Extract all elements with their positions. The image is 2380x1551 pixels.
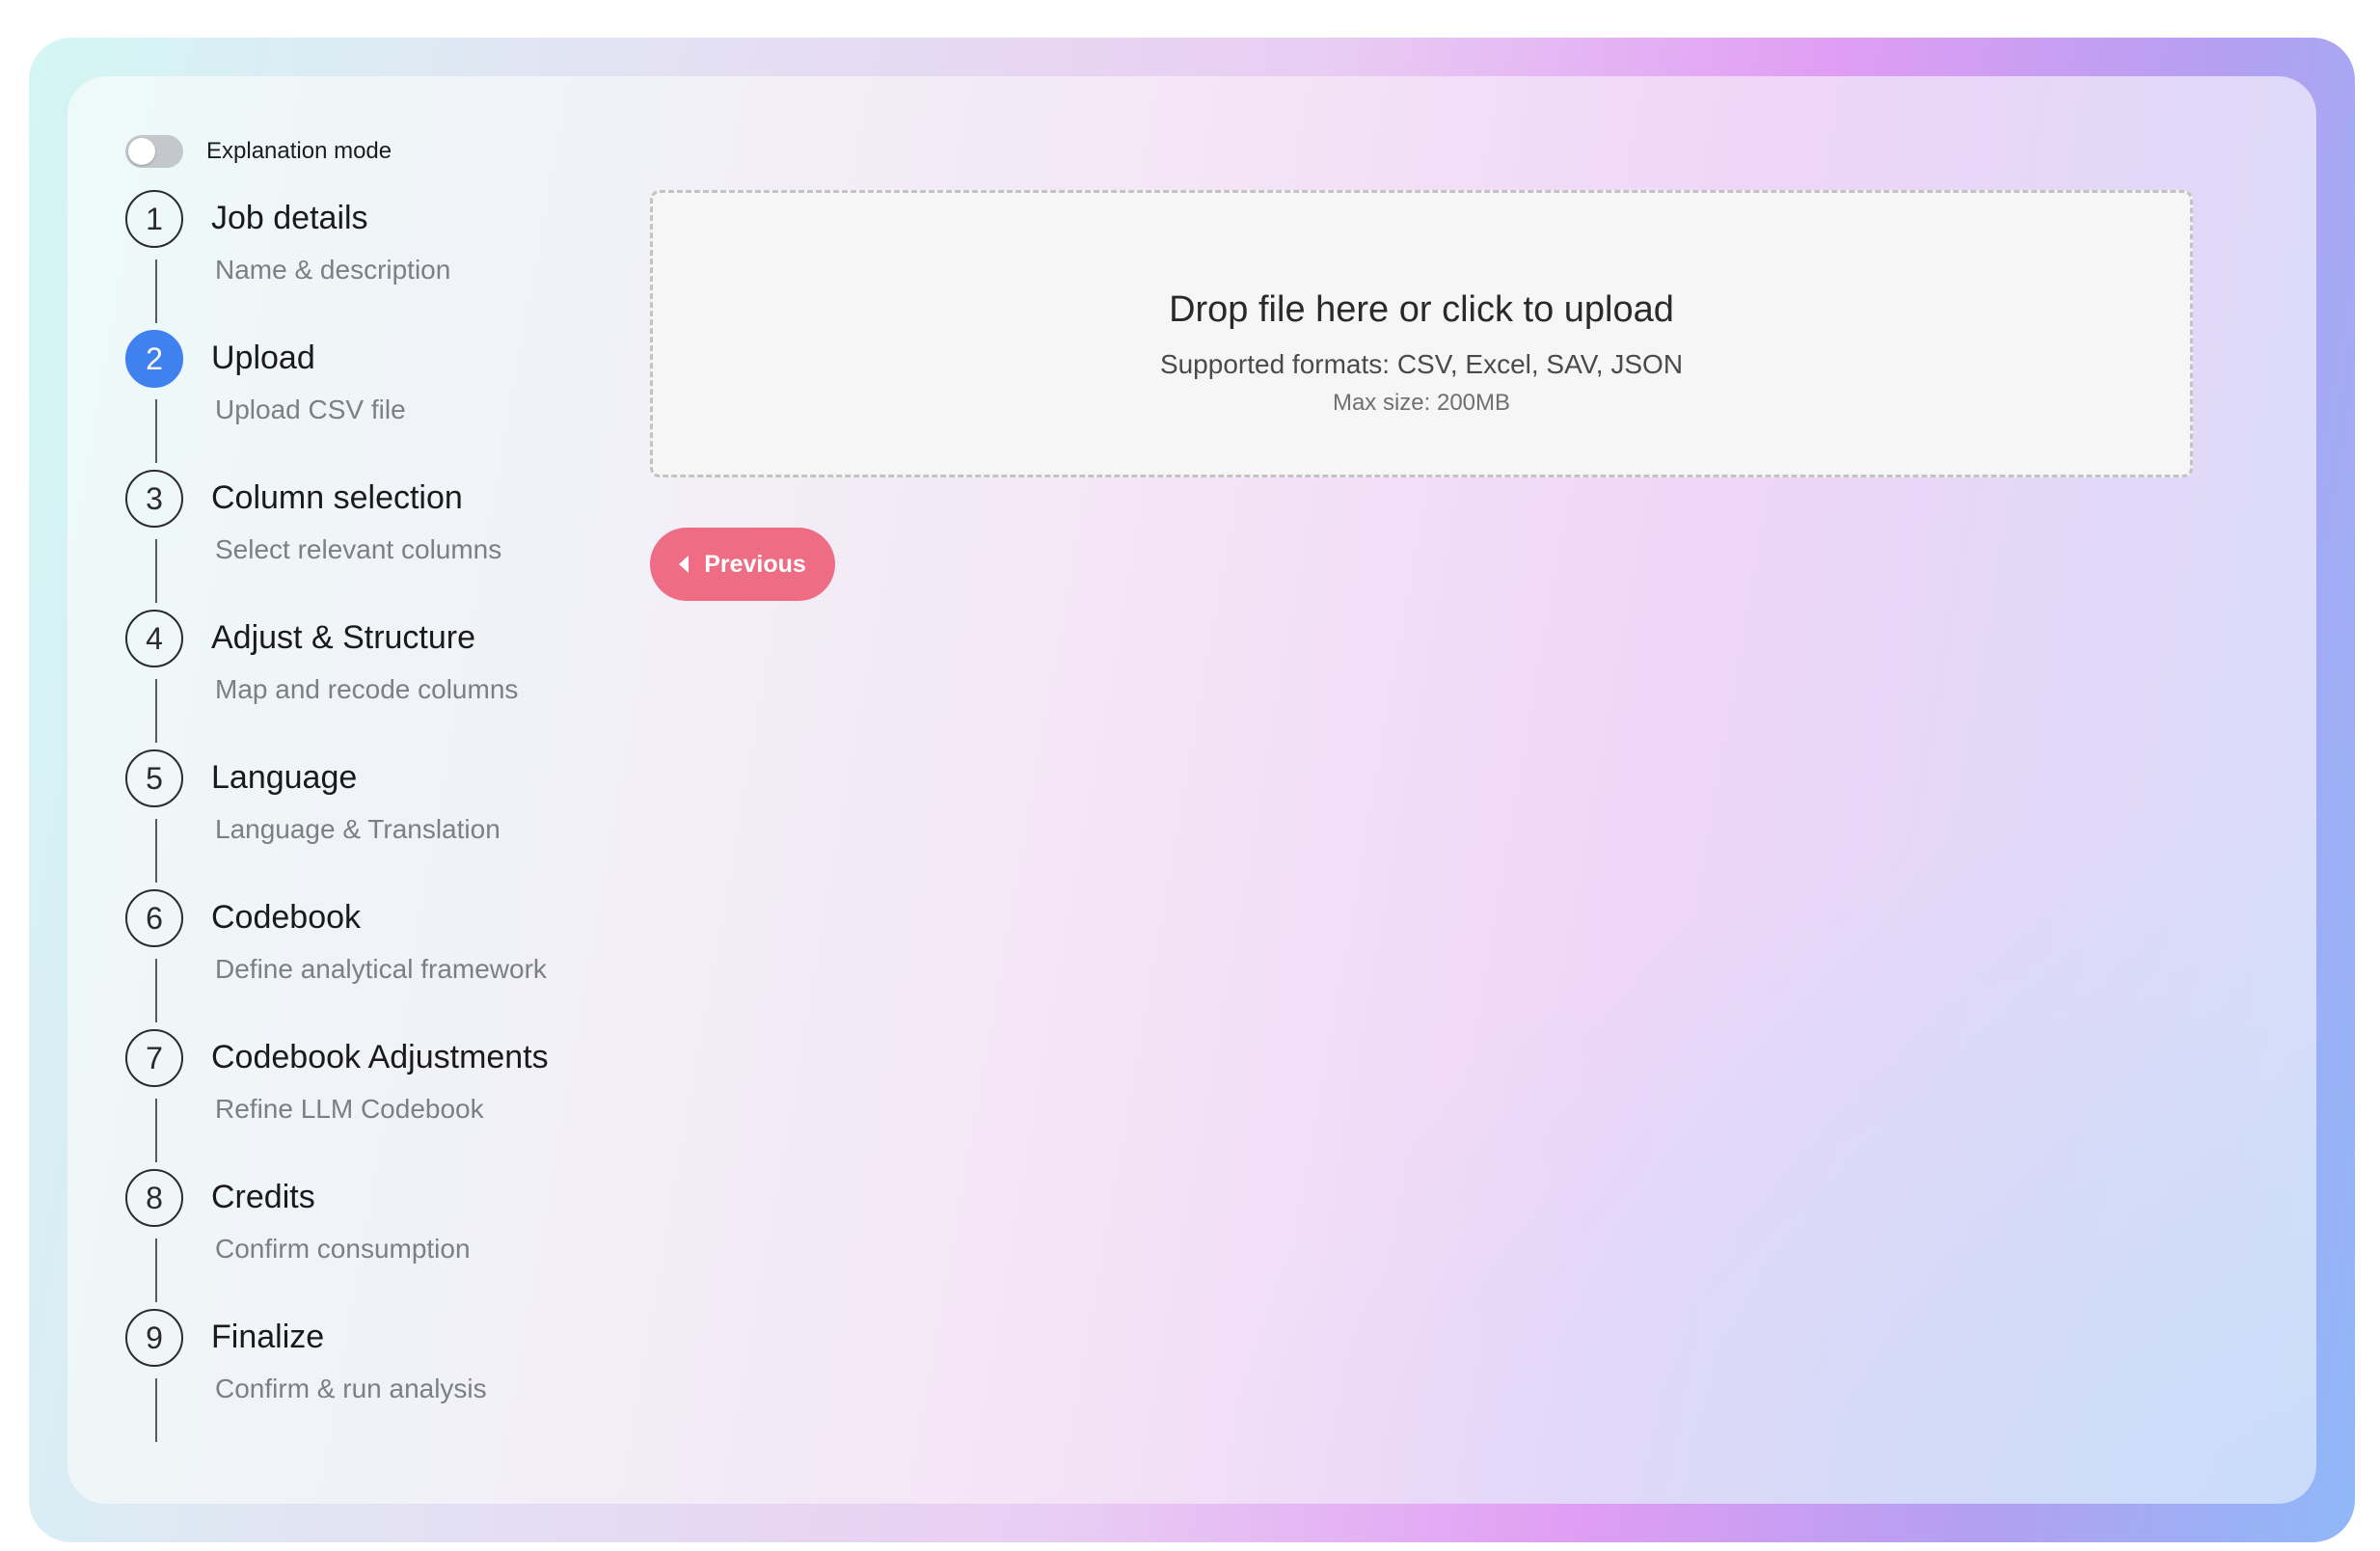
step-title: Codebook Adjustments — [211, 1039, 549, 1076]
step-subtitle: Language & Translation — [215, 814, 500, 845]
step-connector — [155, 1238, 157, 1302]
step-connector — [155, 1099, 157, 1162]
explanation-mode-label: Explanation mode — [206, 138, 392, 165]
step-codebook-adjustments[interactable]: 7 Codebook Adjustments Refine LLM Codebo… — [125, 1029, 665, 1169]
step-subtitle: Select relevant columns — [215, 534, 501, 565]
step-title: Codebook — [211, 899, 361, 937]
step-title: Column selection — [211, 479, 463, 517]
toggle-knob — [128, 138, 155, 165]
wizard-stepper: 1 Job details Name & description 2 Uploa… — [125, 190, 665, 1449]
step-credits[interactable]: 8 Credits Confirm consumption — [125, 1169, 665, 1309]
step-connector — [155, 259, 157, 323]
step-language[interactable]: 5 Language Language & Translation — [125, 749, 665, 889]
step-adjust-structure[interactable]: 4 Adjust & Structure Map and recode colu… — [125, 610, 665, 749]
file-dropzone[interactable]: Drop file here or click to upload Suppor… — [650, 190, 2193, 477]
step-connector — [155, 679, 157, 743]
step-number: 9 — [125, 1309, 183, 1367]
step-connector — [155, 539, 157, 603]
step-number: 6 — [125, 889, 183, 947]
explanation-mode-row: Explanation mode — [125, 135, 392, 168]
step-column-selection[interactable]: 3 Column selection Select relevant colum… — [125, 470, 665, 610]
step-subtitle: Define analytical framework — [215, 954, 547, 985]
step-connector — [155, 399, 157, 463]
step-number: 2 — [125, 330, 183, 388]
step-title: Adjust & Structure — [211, 619, 475, 657]
previous-button-label: Previous — [704, 551, 806, 579]
step-number: 8 — [125, 1169, 183, 1227]
step-connector — [155, 959, 157, 1022]
explanation-mode-toggle[interactable] — [125, 135, 183, 168]
step-title: Credits — [211, 1179, 315, 1216]
step-finalize[interactable]: 9 Finalize Confirm & run analysis — [125, 1309, 665, 1449]
caret-left-icon — [679, 556, 689, 573]
step-subtitle: Upload CSV file — [215, 395, 406, 425]
dropzone-max-size: Max size: 200MB — [653, 390, 2190, 417]
step-connector — [155, 819, 157, 883]
step-subtitle: Refine LLM Codebook — [215, 1094, 484, 1125]
wizard-panel: Explanation mode 1 Job details Name & de… — [68, 76, 2316, 1504]
step-connector — [155, 1378, 157, 1442]
step-job-details[interactable]: 1 Job details Name & description — [125, 190, 665, 330]
dropzone-title: Drop file here or click to upload — [653, 289, 2190, 331]
step-title: Finalize — [211, 1319, 324, 1356]
step-number: 3 — [125, 470, 183, 528]
step-number: 4 — [125, 610, 183, 667]
step-subtitle: Map and recode columns — [215, 674, 518, 705]
dropzone-formats: Supported formats: CSV, Excel, SAV, JSON — [653, 349, 2190, 380]
step-subtitle: Confirm & run analysis — [215, 1374, 487, 1404]
step-number: 5 — [125, 749, 183, 807]
step-upload[interactable]: 2 Upload Upload CSV file — [125, 330, 665, 470]
step-codebook[interactable]: 6 Codebook Define analytical framework — [125, 889, 665, 1029]
step-number: 7 — [125, 1029, 183, 1087]
previous-button[interactable]: Previous — [650, 528, 835, 601]
step-subtitle: Confirm consumption — [215, 1234, 471, 1265]
step-title: Upload — [211, 340, 315, 377]
step-subtitle: Name & description — [215, 255, 450, 286]
step-title: Job details — [211, 200, 368, 237]
step-title: Language — [211, 759, 357, 797]
step-number: 1 — [125, 190, 183, 248]
